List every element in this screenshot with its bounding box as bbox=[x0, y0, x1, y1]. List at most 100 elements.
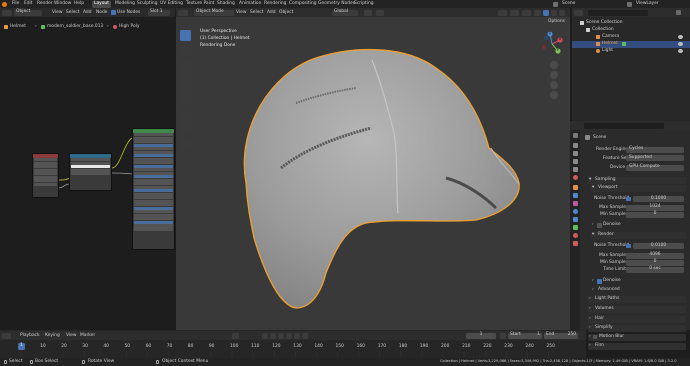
current-frame-field[interactable]: 1 bbox=[466, 332, 496, 339]
viewport-subpanel-header[interactable]: ▾ Viewport bbox=[591, 185, 686, 192]
r-denoise-subpanel-header[interactable]: › Denoise bbox=[591, 278, 686, 285]
scene-tab-icon[interactable] bbox=[572, 167, 578, 172]
prev-keyframe-icon[interactable] bbox=[270, 332, 276, 339]
perspective-toggle-icon[interactable] bbox=[550, 91, 558, 99]
tab-sculpting[interactable]: Sculpting bbox=[135, 1, 160, 8]
frame-ruler[interactable]: 0102030405060708090100110120130140150160… bbox=[0, 341, 586, 357]
tab-compositing[interactable]: Compositing bbox=[287, 1, 319, 8]
cursor-tool-icon[interactable] bbox=[180, 45, 191, 56]
timeline-menu-view[interactable]: View bbox=[66, 333, 76, 338]
vp-max-samples-field[interactable]: 1024 bbox=[626, 204, 684, 211]
render-engine-dropdown[interactable]: Cycles bbox=[626, 146, 684, 153]
particles-tab-icon[interactable] bbox=[572, 201, 578, 206]
texture-tab-icon[interactable] bbox=[572, 241, 578, 246]
blender-logo-icon[interactable] bbox=[2, 1, 7, 7]
timeline-editor-type-button[interactable] bbox=[2, 332, 11, 339]
zoom-icon[interactable] bbox=[550, 61, 558, 69]
data-tab-icon[interactable] bbox=[572, 225, 578, 230]
light-paths-panel-header[interactable]: › Light Paths bbox=[588, 296, 686, 303]
tab-modeling[interactable]: Modeling bbox=[113, 1, 137, 8]
annotate-tool-icon[interactable] bbox=[180, 111, 191, 122]
vp-noise-threshold-checkbox[interactable] bbox=[626, 196, 631, 201]
scale-tool-icon[interactable] bbox=[180, 84, 191, 95]
measure-tool-icon[interactable] bbox=[180, 123, 191, 134]
vp-denoise-checkbox[interactable] bbox=[597, 223, 602, 228]
camera-view-icon[interactable] bbox=[550, 81, 558, 89]
sampling-panel-header[interactable]: ▾ Sampling bbox=[588, 177, 686, 184]
outliner-row-light[interactable]: Light bbox=[572, 48, 690, 55]
hair-panel-header[interactable]: › Hair bbox=[588, 316, 686, 323]
outliner-search-field[interactable] bbox=[588, 9, 648, 16]
constraints-tab-icon[interactable] bbox=[572, 217, 578, 222]
menu-edit[interactable]: Edit bbox=[24, 1, 33, 6]
tab-shading[interactable]: Shading bbox=[215, 1, 237, 8]
r-noise-threshold-checkbox[interactable] bbox=[626, 243, 631, 248]
eye-icon[interactable] bbox=[678, 42, 683, 46]
tab-layout[interactable]: Layout bbox=[92, 0, 111, 8]
tool-tab-icon[interactable] bbox=[572, 133, 578, 138]
transform-tool-icon[interactable] bbox=[180, 96, 191, 107]
select-tool-icon[interactable] bbox=[180, 30, 191, 41]
view-layer-icon[interactable] bbox=[627, 1, 632, 7]
tab-animation[interactable]: Animation bbox=[237, 1, 263, 8]
pan-hand-icon[interactable] bbox=[550, 71, 558, 79]
outliner-row-camera[interactable]: Camera bbox=[572, 34, 690, 41]
move-tool-icon[interactable] bbox=[180, 60, 191, 71]
node-editor[interactable]: Object View Select Add Node Use Nodes Sl… bbox=[0, 8, 175, 330]
playback-menu[interactable]: Playback bbox=[20, 333, 40, 338]
node-principled-bsdf[interactable] bbox=[132, 128, 175, 250]
object-tab-icon[interactable] bbox=[572, 185, 578, 190]
advanced-subpanel-header[interactable]: › Advanced bbox=[591, 287, 686, 294]
tab-scripting[interactable]: Scripting bbox=[352, 1, 376, 8]
menu-render[interactable]: Render bbox=[37, 1, 53, 6]
simplify-panel-header[interactable]: › Simplify bbox=[588, 325, 686, 332]
vp-min-samples-field[interactable]: 0 bbox=[626, 211, 684, 218]
material-tab-icon[interactable] bbox=[572, 233, 578, 238]
tab-texture-paint[interactable]: Texture Paint bbox=[184, 1, 216, 8]
3d-viewport[interactable]: Object Mode View Select Add Object Globa… bbox=[176, 8, 570, 330]
volumes-panel-header[interactable]: › Volumes bbox=[588, 306, 686, 313]
eye-icon[interactable] bbox=[678, 35, 683, 39]
node-texture-coordinate[interactable] bbox=[32, 153, 59, 198]
scene-icon[interactable] bbox=[553, 1, 558, 7]
r-denoise-checkbox[interactable] bbox=[597, 279, 602, 284]
eye-icon[interactable] bbox=[678, 49, 683, 53]
modifier-tab-icon[interactable] bbox=[572, 193, 578, 198]
world-tab-icon[interactable] bbox=[572, 175, 578, 180]
play-icon[interactable] bbox=[286, 332, 292, 339]
node-image-texture[interactable] bbox=[69, 153, 112, 191]
preview-range-icon[interactable] bbox=[500, 332, 506, 339]
device-dropdown[interactable]: GPU Compute bbox=[626, 164, 684, 171]
vp-noise-threshold-field[interactable]: 0.1000 bbox=[633, 196, 684, 202]
outliner-row-scene-collection[interactable]: Scene Collection bbox=[572, 20, 690, 27]
keying-menu[interactable]: Keying bbox=[45, 333, 60, 338]
r-max-samples-field[interactable]: 4096 bbox=[626, 252, 684, 259]
add-cube-tool-icon[interactable] bbox=[180, 138, 191, 149]
physics-tab-icon[interactable] bbox=[572, 209, 578, 214]
motion-blur-panel-header[interactable]: › Motion Blur bbox=[588, 334, 686, 341]
menu-file[interactable]: File bbox=[12, 1, 19, 6]
next-keyframe-icon[interactable] bbox=[294, 332, 300, 339]
motion-blur-checkbox[interactable] bbox=[593, 335, 597, 339]
tab-uv-editing[interactable]: UV Editing bbox=[158, 1, 185, 8]
timeline-menu-marker[interactable]: Marker bbox=[80, 333, 95, 338]
time-limit-field[interactable]: 0 sec bbox=[626, 266, 684, 273]
helmet-mesh[interactable] bbox=[176, 8, 570, 330]
end-frame-field[interactable]: End 250 bbox=[544, 332, 578, 339]
view-layer-tab-icon[interactable] bbox=[572, 159, 578, 164]
filter-icon[interactable] bbox=[676, 10, 681, 15]
tab-geometry-nodes[interactable]: Geometry Nodes bbox=[316, 1, 357, 8]
start-frame-field[interactable]: Start 1 bbox=[508, 332, 542, 339]
play-reverse-icon[interactable] bbox=[278, 332, 284, 339]
render-tab-icon[interactable] bbox=[572, 143, 578, 148]
r-noise-threshold-field[interactable]: 0.0100 bbox=[633, 243, 684, 249]
r-min-samples-field[interactable]: 0 bbox=[626, 259, 684, 266]
menu-window[interactable]: Window bbox=[54, 1, 71, 6]
render-subpanel-header[interactable]: ▾ Render bbox=[591, 232, 686, 239]
properties-search-field[interactable] bbox=[584, 122, 664, 129]
scene-selector[interactable]: Scene bbox=[562, 1, 575, 6]
output-tab-icon[interactable] bbox=[572, 151, 578, 156]
tab-rendering[interactable]: Rendering bbox=[262, 1, 288, 8]
outliner-editor-type-button[interactable] bbox=[574, 9, 583, 16]
feature-set-dropdown[interactable]: Supported bbox=[626, 155, 684, 161]
